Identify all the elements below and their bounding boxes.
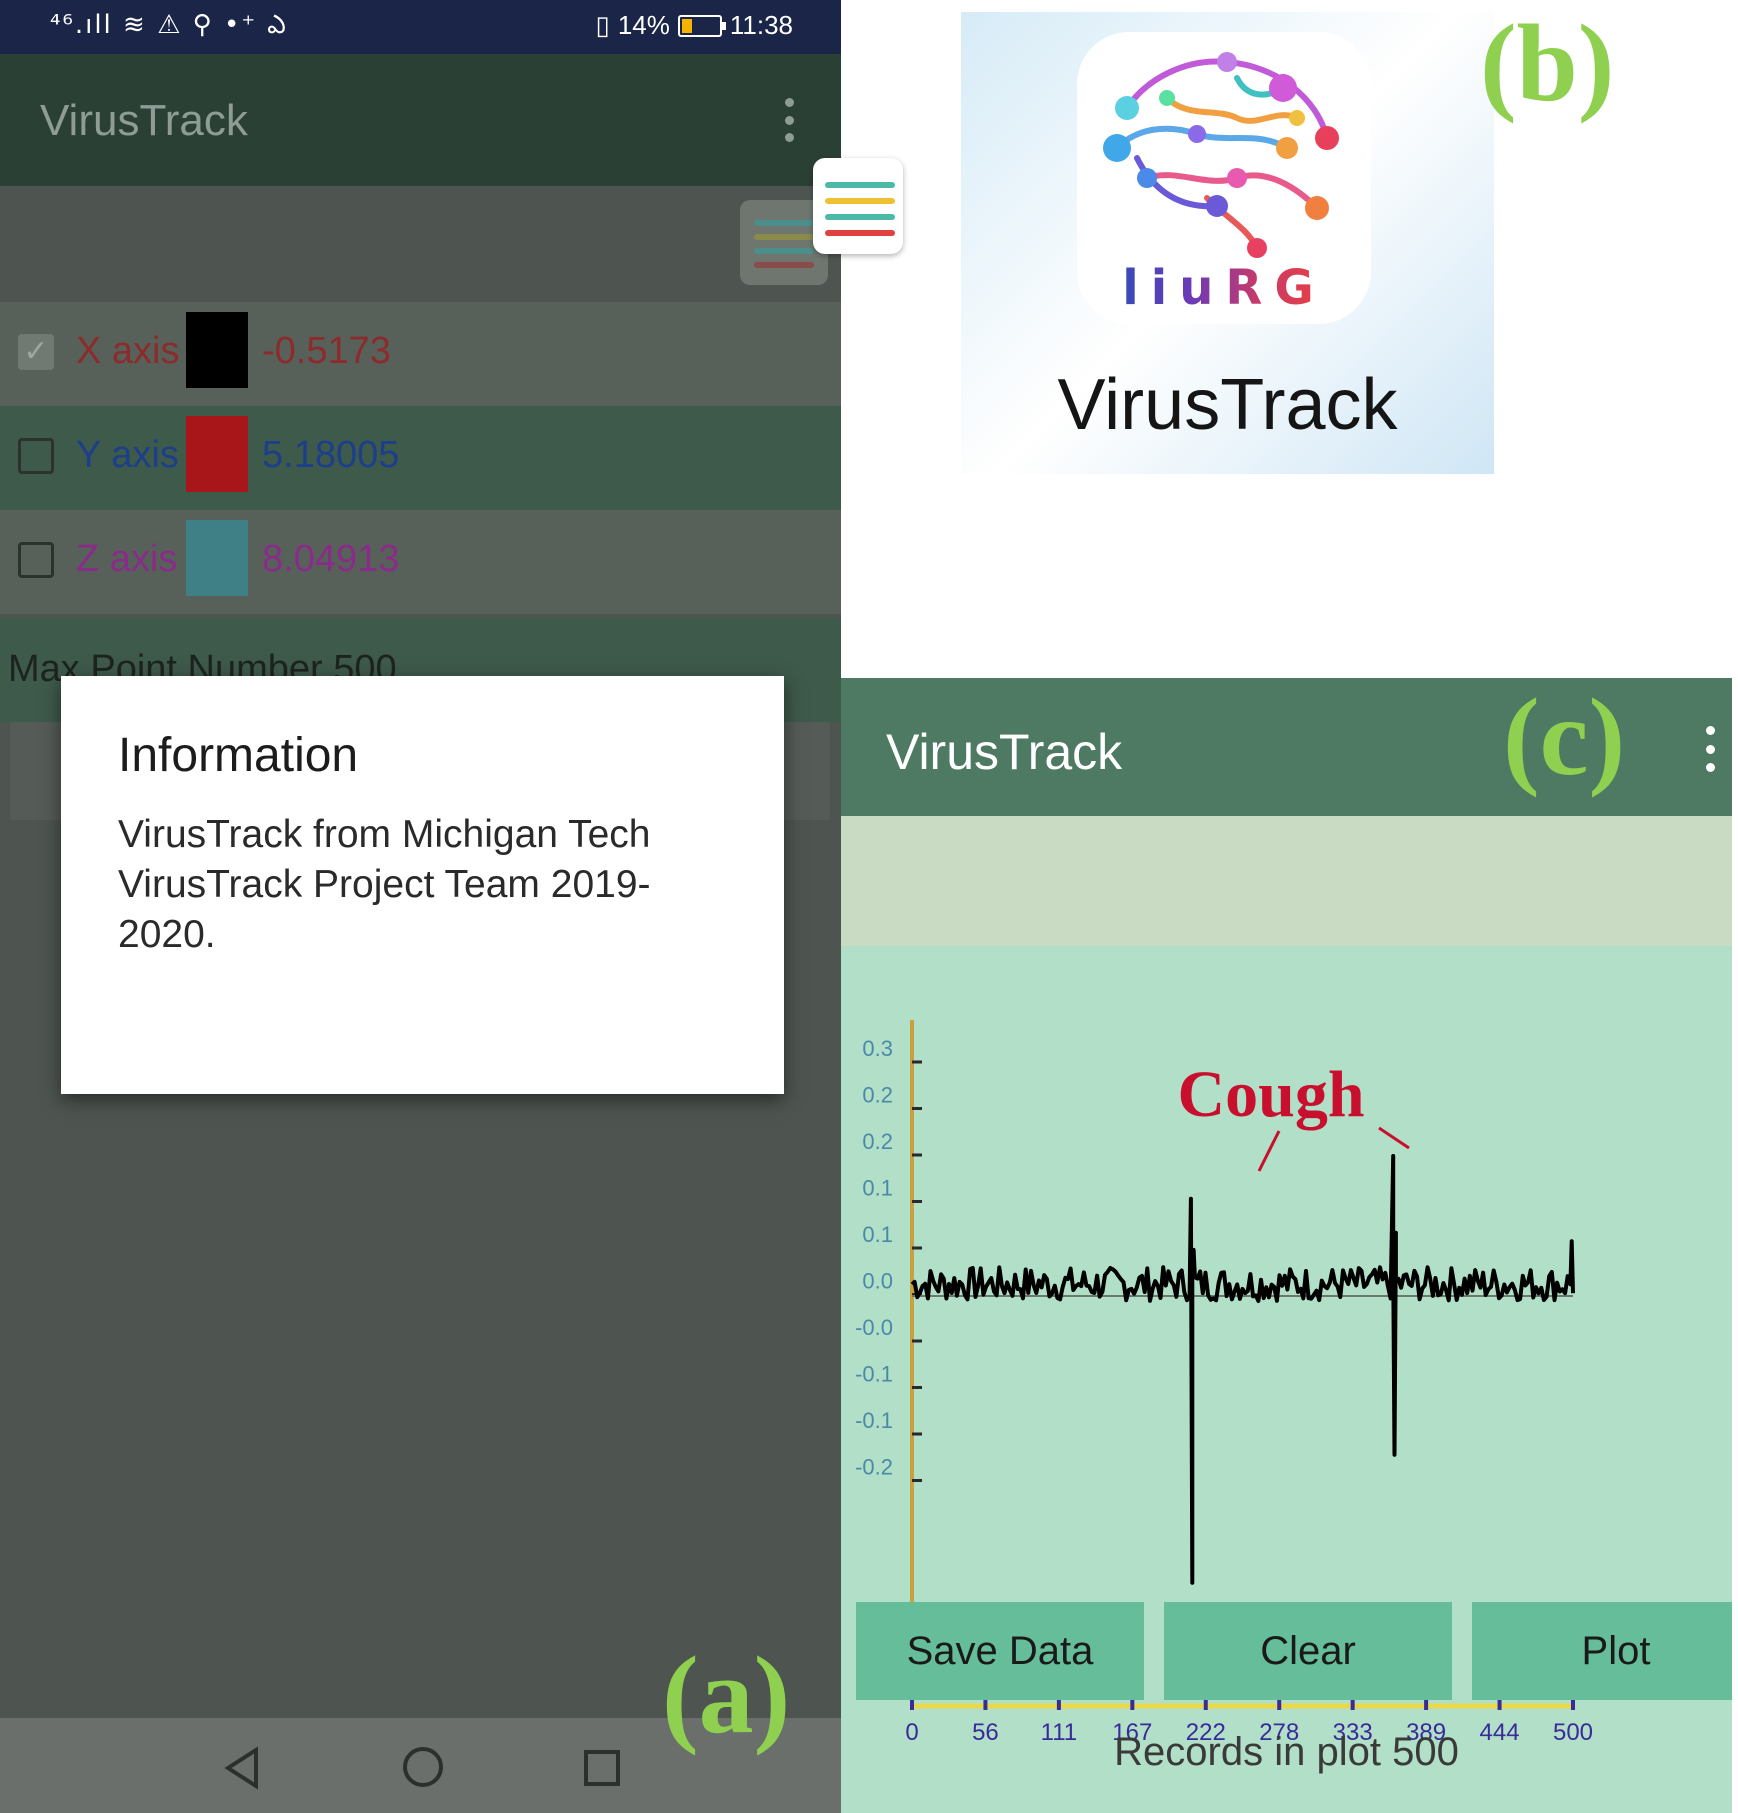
axis-checkbox-z[interactable] (18, 542, 54, 578)
legend-bar-icon (754, 234, 814, 240)
axis-label: Y axis (76, 434, 179, 476)
cough-pointer-right (1378, 1126, 1410, 1150)
legend-bar-icon (754, 262, 814, 268)
dialog-title: Information (118, 729, 359, 782)
y-tick-label: 0.1 (862, 1222, 893, 1247)
legend-bar-icon (825, 182, 895, 188)
save-data-button[interactable]: Save Data (856, 1602, 1144, 1700)
status-right-group: ▯ 14% 11:38 (596, 10, 794, 41)
panel-label-b: (b) (1480, 2, 1615, 124)
more-vert-icon[interactable] (782, 98, 796, 142)
app-logo[interactable]: liuRG (1077, 32, 1371, 324)
panel-a-phone-screen: ⁴⁶.ıll ≋ ⚠ ⚲ •⁺ ఎ ▯ 14% 11:38 VirusTrack… (0, 0, 841, 1813)
app-title: VirusTrack (40, 96, 248, 145)
panel-c-phone-screen: VirusTrack 0.3 0.2 0.2 0.1 0.1 0.0 -0.0 -0.1 -0.… (841, 678, 1732, 1813)
y-tick-label: -0.1 (855, 1408, 893, 1433)
app-title: VirusTrack (886, 724, 1123, 780)
recents-icon[interactable] (582, 1748, 622, 1788)
vibrate-icon: ▯ (595, 10, 610, 40)
status-icons: ⁴⁶.ıll ≋ ⚠ ⚲ •⁺ ఎ (50, 10, 288, 40)
legend-toggle-button[interactable] (813, 158, 903, 254)
axis-value: -0.5173 (262, 330, 391, 372)
cough-pointer-left (1257, 1130, 1281, 1172)
brain-network-icon (1103, 52, 1339, 258)
toolbar-area (841, 816, 1732, 946)
plot-button[interactable]: Plot (1472, 1602, 1732, 1700)
legend-bar-icon (754, 248, 814, 254)
y-tick-label: -0.0 (855, 1315, 893, 1340)
cough-label: Cough (1177, 1058, 1364, 1131)
dialog-message: VirusTrack from Michigan Tech VirusTrack… (118, 813, 651, 956)
axis-label: Z axis (76, 538, 178, 580)
axis-label: X axis (76, 330, 180, 372)
legend-bar-icon (825, 214, 895, 220)
axis-checkbox-x[interactable]: ✓ (18, 334, 54, 370)
axis-value: 8.04913 (262, 538, 400, 580)
axis-row-y[interactable]: Y axis 5.18005 (0, 406, 841, 510)
y-tick-label: 0.0 (862, 1269, 893, 1294)
color-swatch[interactable] (186, 312, 248, 388)
battery-icon (677, 14, 726, 37)
sensor-trace (910, 1154, 1575, 1585)
panel-b-app-icon: liuRG VirusTrack (961, 12, 1494, 474)
logo-wordmark: liuRG (1077, 260, 1371, 316)
back-icon[interactable] (222, 1746, 262, 1790)
y-tick-label: -0.2 (855, 1455, 893, 1480)
panel-label-a: (a) (662, 1634, 791, 1756)
panel-label-c: (c) (1503, 676, 1626, 798)
series-line (910, 1154, 1575, 1585)
records-count: Records in plot 500 (1114, 1730, 1459, 1774)
legend-bar-icon (825, 198, 895, 204)
y-tick-label: 0.3 (862, 1036, 893, 1061)
y-tick-label: 0.2 (862, 1083, 893, 1108)
axis-row-x[interactable]: ✓ X axis -0.5173 (0, 302, 841, 406)
cough-annotation: Cough (1177, 1058, 1410, 1172)
information-dialog: Information VirusTrack from Michigan Tec… (61, 676, 784, 1094)
battery-percent: 14% (617, 10, 670, 40)
color-swatch[interactable] (186, 416, 248, 492)
status-bar: ⁴⁶.ıll ≋ ⚠ ⚲ •⁺ ఎ ▯ 14% 11:38 (0, 0, 841, 54)
more-vert-icon[interactable] (1703, 726, 1717, 772)
axis-value: 5.18005 (262, 434, 400, 476)
logo-wordmark-text: liuRG (1122, 260, 1326, 316)
axis-checkbox-y[interactable] (18, 438, 54, 474)
clock: 11:38 (729, 10, 793, 40)
color-swatch[interactable] (186, 520, 248, 596)
home-icon[interactable] (400, 1744, 446, 1790)
y-tick-label: -0.1 (855, 1362, 893, 1387)
legend-bar-icon (825, 230, 895, 236)
y-tick-label: 0.1 (862, 1176, 893, 1201)
y-tick-label: 0.2 (862, 1129, 893, 1154)
clear-button[interactable]: Clear (1164, 1602, 1452, 1700)
app-name: VirusTrack (1057, 365, 1398, 445)
axis-row-z[interactable]: Z axis 8.04913 (0, 510, 841, 614)
legend-bar-icon (754, 220, 814, 226)
